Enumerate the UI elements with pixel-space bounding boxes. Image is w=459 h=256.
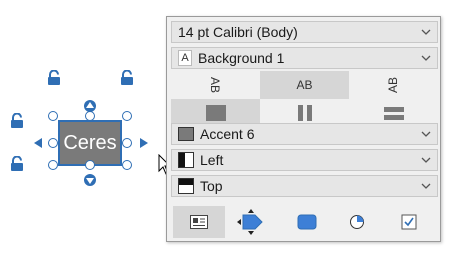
square-fill-icon <box>205 105 226 121</box>
checkbox-tab[interactable] <box>383 206 435 238</box>
text-rotate-right-icon: AB <box>386 76 401 94</box>
lock-icon <box>121 70 133 85</box>
lock-icon <box>11 156 23 171</box>
connect-arrow-right-icon[interactable] <box>137 137 149 149</box>
fill-tab[interactable] <box>281 206 333 238</box>
chevron-down-icon <box>421 131 431 137</box>
connect-arrow-left-icon[interactable] <box>33 137 45 149</box>
text-color-icon: A <box>178 50 192 66</box>
text-direction-rotate-left[interactable]: AB <box>171 71 260 99</box>
text-box-icon <box>190 215 208 229</box>
checkbox-icon <box>401 214 417 230</box>
shape-move-icon <box>237 209 263 235</box>
horizontal-align-value: Left <box>200 152 224 168</box>
resize-handle-top-right[interactable] <box>122 111 132 121</box>
vertical-bars-icon <box>297 105 312 121</box>
text-direction-horizontal[interactable]: AB <box>260 71 349 99</box>
horizontal-bars-icon <box>383 107 404 120</box>
lock-icon <box>11 113 23 128</box>
resize-handle-top[interactable] <box>85 111 95 121</box>
align-top-icon <box>178 178 194 194</box>
text-horizontal-icon: AB <box>296 78 313 92</box>
fill-color-swatch <box>178 127 194 141</box>
horizontal-align-dropdown[interactable]: Left <box>171 149 438 171</box>
resize-handle-bottom-left[interactable] <box>48 160 58 170</box>
align-left-icon <box>178 152 194 168</box>
chevron-down-icon <box>421 183 431 189</box>
lock-icon <box>48 70 60 85</box>
resize-handle-top-left[interactable] <box>48 111 58 121</box>
chevron-down-icon <box>421 55 431 61</box>
shape-label: Ceres <box>63 131 117 154</box>
diagram-canvas: Ceres <box>0 0 172 256</box>
pie-icon <box>350 215 364 229</box>
font-dropdown-value: 14 pt Calibri (Body) <box>178 24 298 40</box>
vertical-align-dropdown[interactable]: Top <box>171 175 438 197</box>
fill-color-dropdown[interactable]: Accent 6 <box>171 123 438 145</box>
text-tab[interactable] <box>173 206 225 238</box>
resize-handle-left[interactable] <box>48 138 58 148</box>
font-dropdown[interactable]: 14 pt Calibri (Body) <box>171 21 438 43</box>
shape-tab[interactable] <box>225 206 277 238</box>
fill-color-value: Accent 6 <box>200 126 255 142</box>
connect-arrow-down-icon[interactable] <box>84 174 96 186</box>
vertical-align-value: Top <box>200 178 223 194</box>
chevron-down-icon <box>421 29 431 35</box>
text-color-dropdown[interactable]: A Background 1 <box>171 47 438 69</box>
text-direction-rotate-right[interactable]: AB <box>349 71 438 99</box>
resize-handle-bottom-right[interactable] <box>122 160 132 170</box>
text-rotate-left-icon: AB <box>208 76 223 94</box>
text-color-value: Background 1 <box>198 50 285 66</box>
pie-tab[interactable] <box>331 206 383 238</box>
rounded-rect-icon <box>297 214 317 230</box>
resize-handle-right[interactable] <box>122 138 132 148</box>
text-format-panel: 14 pt Calibri (Body) A Background 1 AB A… <box>166 16 441 242</box>
resize-handle-bottom[interactable] <box>85 160 95 170</box>
chevron-down-icon <box>421 157 431 163</box>
